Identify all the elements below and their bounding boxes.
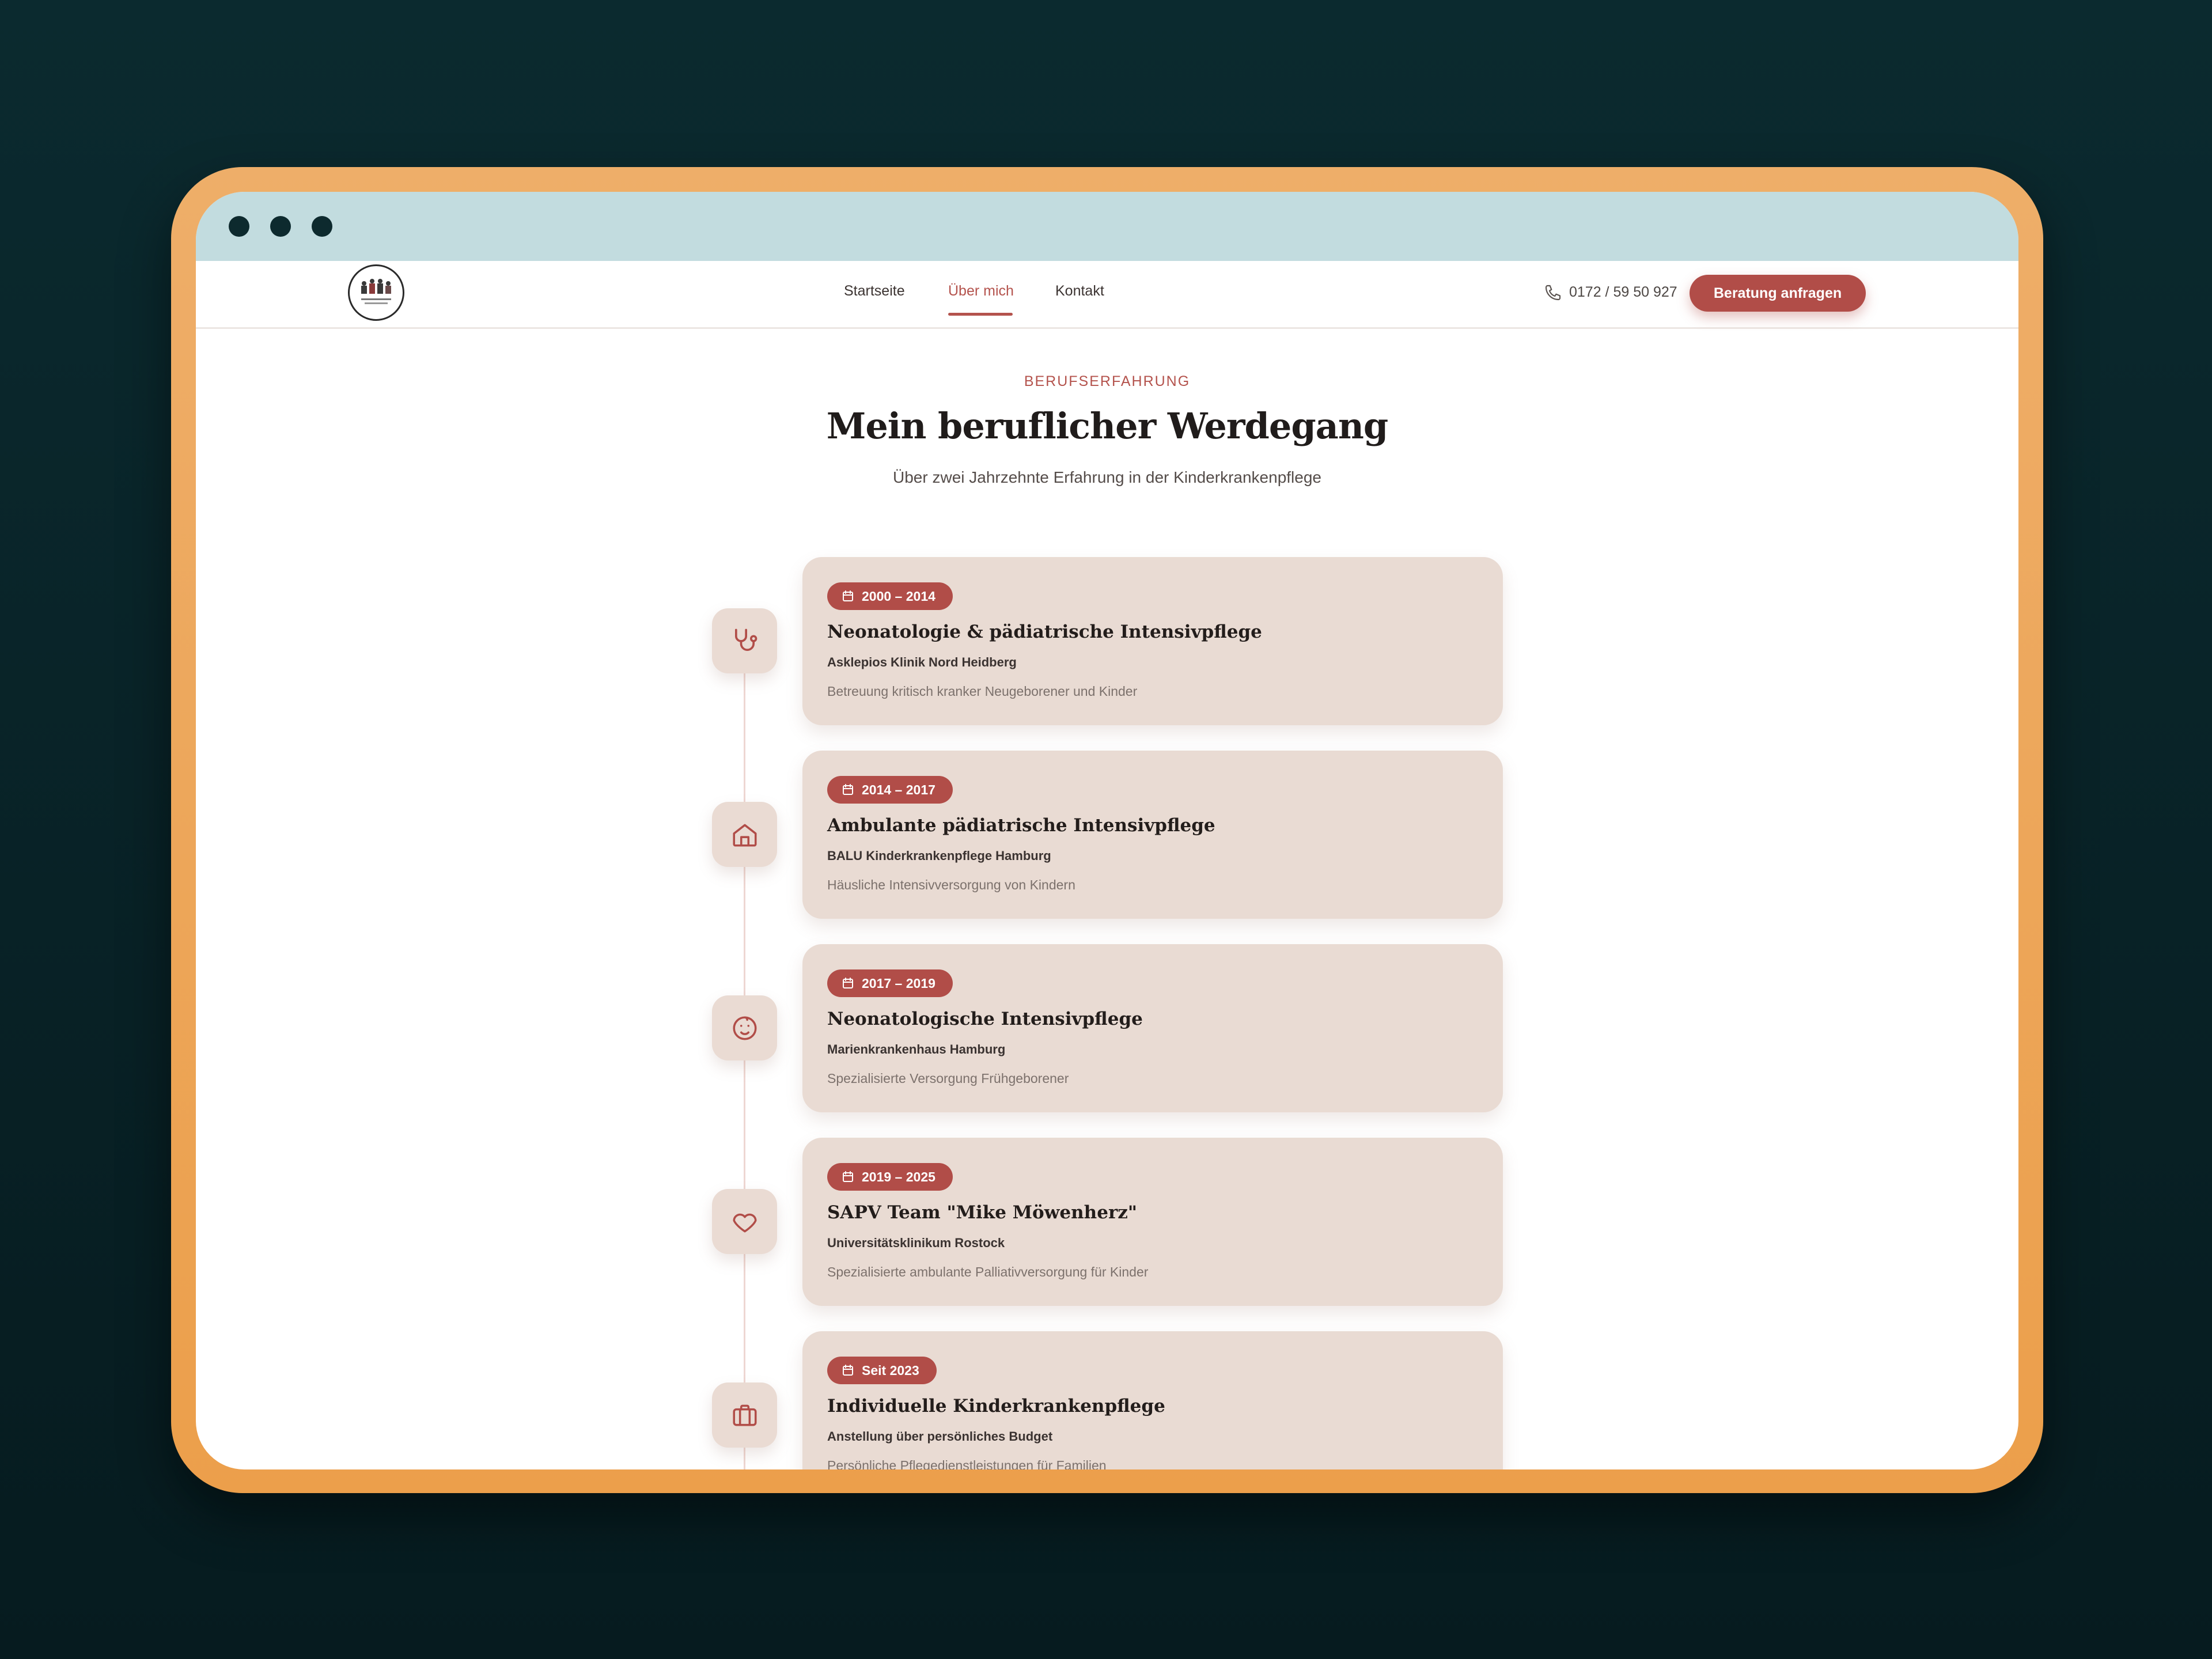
window-dot-minimize[interactable] (270, 216, 291, 237)
timeline-card: 2019 – 2025 SAPV Team "Mike Möwenherz" U… (802, 1138, 1503, 1306)
period-label: 2014 – 2017 (862, 782, 935, 797)
timeline-card: Seit 2023 Individuelle Kinderkrankenpfle… (802, 1331, 1503, 1469)
job-organization: Marienkrankenhaus Hamburg (827, 1042, 1006, 1056)
period-label: 2019 – 2025 (862, 1169, 935, 1184)
job-description: Spezialisierte ambulante Palliativversor… (827, 1264, 1149, 1279)
period-badge: 2019 – 2025 (827, 1163, 953, 1191)
consultation-button[interactable]: Beratung anfragen (1690, 275, 1866, 312)
job-description: Häusliche Intensivversorgung von Kindern (827, 877, 1075, 892)
period-label: Seit 2023 (862, 1363, 919, 1378)
period-label: 2000 – 2014 (862, 589, 935, 604)
timeline-icon-box (712, 1382, 777, 1448)
job-title: Ambulante pädiatrische Intensivpflege (827, 815, 1215, 836)
logo[interactable] (348, 264, 404, 321)
calendar-icon (843, 978, 853, 988)
calendar-icon (843, 590, 853, 601)
phone-icon (1545, 285, 1561, 301)
stethoscope-icon (734, 628, 757, 651)
site-header: Startseite Über mich Kontakt 0172 / 59 5… (196, 261, 2018, 329)
job-organization: BALU Kinderkrankenpflege Hamburg (827, 849, 1051, 863)
browser-window: Startseite Über mich Kontakt 0172 / 59 5… (196, 192, 2018, 1469)
window-dot-maximize[interactable] (312, 216, 332, 237)
timeline-card: 2014 – 2017 Ambulante pädiatrische Inten… (802, 751, 1503, 919)
window-dot-close[interactable] (229, 216, 249, 237)
timeline-icon-box (712, 608, 777, 673)
period-badge: Seit 2023 (827, 1357, 937, 1384)
nav-link-ueber-mich[interactable]: Über mich (948, 283, 1014, 300)
window-titlebar (196, 192, 2018, 261)
nav-link-kontakt[interactable]: Kontakt (1055, 283, 1104, 300)
job-title: SAPV Team "Mike Möwenherz" (827, 1202, 1138, 1223)
nav-active-indicator (948, 313, 1013, 316)
nav-link-startseite[interactable]: Startseite (844, 283, 905, 300)
job-organization: Universitätsklinikum Rostock (827, 1236, 1005, 1250)
calendar-icon (843, 1365, 853, 1376)
heart-icon (732, 1213, 757, 1232)
home-icon (732, 824, 757, 847)
timeline-icon-box (712, 1189, 777, 1254)
job-description: Betreuung kritisch kranker Neugeborener … (827, 684, 1138, 699)
section-title: Mein beruflicher Werdegang (826, 405, 1389, 447)
section-eyebrow: BERUFSERFAHRUNG (1024, 373, 1191, 389)
timeline-icon-box (712, 995, 777, 1060)
job-organization: Asklepios Klinik Nord Heidberg (827, 655, 1017, 669)
job-title: Neonatologische Intensivpflege (827, 1009, 1143, 1029)
briefcase-icon (732, 1404, 757, 1426)
logo-icon (361, 279, 391, 304)
calendar-icon (843, 784, 853, 795)
period-label: 2017 – 2019 (862, 976, 935, 991)
phone-number[interactable]: 0172 / 59 50 927 (1569, 284, 1677, 301)
job-description: Spezialisierte Versorgung Frühgeborener (827, 1071, 1069, 1086)
baby-icon (732, 1016, 757, 1040)
timeline-card: 2000 – 2014 Neonatologie & pädiatrische … (802, 557, 1503, 725)
job-organization: Anstellung über persönliches Budget (827, 1429, 1053, 1444)
period-badge: 2017 – 2019 (827, 969, 953, 997)
timeline-icon-box (712, 802, 777, 867)
job-description: Persönliche Pflegedienstleistungen für F… (827, 1458, 1107, 1469)
calendar-icon (843, 1171, 853, 1182)
job-title: Individuelle Kinderkrankenpflege (827, 1396, 1165, 1416)
period-badge: 2014 – 2017 (827, 776, 953, 804)
section-subtitle: Über zwei Jahrzehnte Erfahrung in der Ki… (893, 468, 1321, 486)
job-title: Neonatologie & pädiatrische Intensivpfle… (827, 622, 1262, 642)
timeline-card: 2017 – 2019 Neonatologische Intensivpfle… (802, 944, 1503, 1112)
period-badge: 2000 – 2014 (827, 582, 953, 610)
timeline-line (744, 653, 745, 1469)
